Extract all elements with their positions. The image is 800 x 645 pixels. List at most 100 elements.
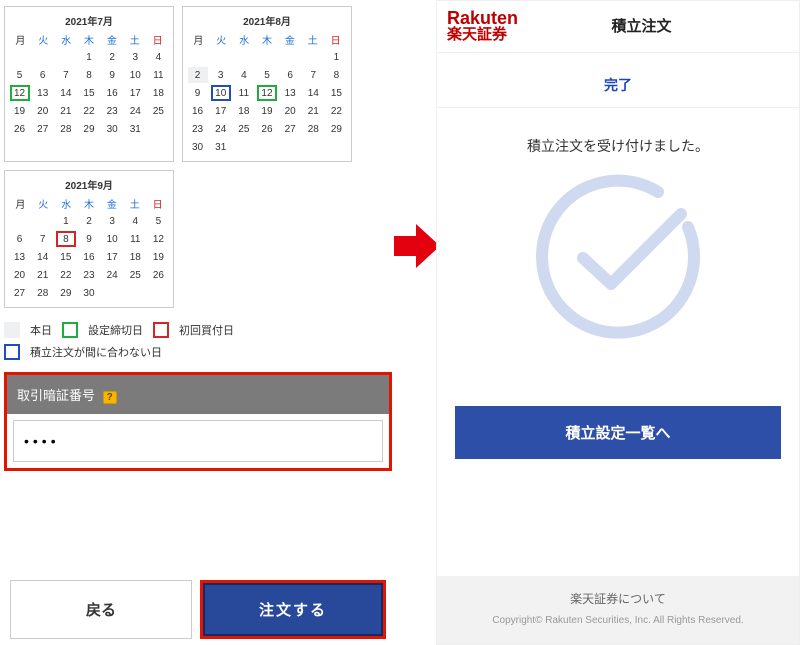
calendar-day[interactable]: 27 — [10, 285, 30, 301]
calendar-day[interactable]: 16 — [79, 249, 99, 265]
calendar-day[interactable]: 9 — [102, 67, 122, 83]
calendar-day[interactable]: 13 — [10, 249, 30, 265]
calendar-day[interactable]: 16 — [102, 85, 122, 101]
calendar-day[interactable]: 19 — [257, 103, 277, 119]
calendar-day[interactable]: 29 — [79, 121, 99, 137]
help-icon[interactable]: ? — [103, 391, 117, 404]
calendar-day[interactable]: 9 — [188, 85, 208, 101]
calendar-day[interactable]: 6 — [280, 67, 300, 83]
calendar-day[interactable]: 19 — [148, 249, 168, 265]
calendar-day[interactable]: 24 — [211, 121, 231, 137]
calendar-day[interactable]: 22 — [79, 103, 99, 119]
calendar-day[interactable]: 1 — [56, 213, 76, 229]
calendar-day[interactable]: 14 — [303, 85, 323, 101]
calendar-day[interactable]: 5 — [257, 67, 277, 83]
calendar-day[interactable]: 1 — [79, 49, 99, 65]
calendar-day[interactable]: 4 — [125, 213, 145, 229]
calendar-day[interactable]: 22 — [56, 267, 76, 283]
calendar-day[interactable]: 2 — [102, 49, 122, 65]
calendar-day[interactable]: 18 — [148, 85, 168, 101]
calendar-day[interactable]: 15 — [326, 85, 346, 101]
calendar-day[interactable]: 15 — [56, 249, 76, 265]
back-button[interactable]: 戻る — [10, 580, 192, 639]
calendar-day[interactable]: 25 — [148, 103, 168, 119]
calendar-day[interactable]: 17 — [102, 249, 122, 265]
calendar-day[interactable]: 11 — [234, 85, 254, 101]
calendar-day[interactable]: 29 — [56, 285, 76, 301]
calendar-day[interactable]: 26 — [257, 121, 277, 137]
calendar-day[interactable]: 12 — [148, 231, 168, 247]
calendar-day[interactable]: 11 — [125, 231, 145, 247]
calendar-day[interactable]: 25 — [125, 267, 145, 283]
calendar-day[interactable]: 9 — [79, 231, 99, 247]
calendar-day[interactable]: 8 — [79, 67, 99, 83]
calendar-day[interactable]: 12 — [10, 85, 30, 101]
calendar-day[interactable]: 17 — [211, 103, 231, 119]
calendar-day[interactable]: 28 — [303, 121, 323, 137]
calendar-day — [125, 285, 145, 301]
calendar-day[interactable]: 11 — [148, 67, 168, 83]
calendar-day[interactable]: 4 — [148, 49, 168, 65]
calendar-day[interactable]: 19 — [10, 103, 30, 119]
calendar-day[interactable]: 21 — [56, 103, 76, 119]
calendar-day[interactable]: 4 — [234, 67, 254, 83]
calendar-day[interactable]: 7 — [33, 231, 53, 247]
calendar-day[interactable]: 23 — [79, 267, 99, 283]
calendar-day[interactable]: 20 — [10, 267, 30, 283]
calendar-day[interactable]: 23 — [188, 121, 208, 137]
calendar-day[interactable]: 12 — [257, 85, 277, 101]
calendar-day[interactable]: 2 — [188, 67, 208, 83]
calendar-day[interactable]: 17 — [125, 85, 145, 101]
calendar-day[interactable]: 28 — [56, 121, 76, 137]
calendar-day[interactable]: 23 — [102, 103, 122, 119]
calendar-day[interactable]: 26 — [148, 267, 168, 283]
calendar-day[interactable]: 20 — [33, 103, 53, 119]
calendar-day[interactable]: 6 — [10, 231, 30, 247]
calendar-day[interactable]: 16 — [188, 103, 208, 119]
calendar-day[interactable]: 2 — [79, 213, 99, 229]
calendar-day[interactable]: 30 — [79, 285, 99, 301]
calendar-day[interactable]: 7 — [303, 67, 323, 83]
calendar-day[interactable]: 14 — [33, 249, 53, 265]
calendar-day[interactable]: 5 — [148, 213, 168, 229]
calendar-day[interactable]: 30 — [188, 139, 208, 155]
calendar-day[interactable]: 31 — [125, 121, 145, 137]
calendar-day[interactable]: 13 — [280, 85, 300, 101]
calendar-day[interactable]: 7 — [56, 67, 76, 83]
calendar-day[interactable]: 27 — [33, 121, 53, 137]
about-link[interactable]: 楽天証券について — [437, 590, 799, 607]
calendar-day[interactable]: 14 — [56, 85, 76, 101]
calendar-day[interactable]: 24 — [102, 267, 122, 283]
calendar-day[interactable]: 22 — [326, 103, 346, 119]
calendar-day[interactable]: 1 — [326, 49, 346, 65]
calendar-day[interactable]: 27 — [280, 121, 300, 137]
pin-input[interactable] — [13, 420, 383, 462]
calendar-day[interactable]: 24 — [125, 103, 145, 119]
calendar-day[interactable]: 3 — [102, 213, 122, 229]
calendar-day[interactable]: 21 — [303, 103, 323, 119]
calendar-day[interactable]: 8 — [326, 67, 346, 83]
calendar-day[interactable]: 13 — [33, 85, 53, 101]
calendar-day[interactable]: 5 — [10, 67, 30, 83]
calendar-day[interactable]: 21 — [33, 267, 53, 283]
calendar-day[interactable]: 31 — [211, 139, 231, 155]
calendar-day[interactable]: 30 — [102, 121, 122, 137]
calendar-day[interactable]: 29 — [326, 121, 346, 137]
calendar-day[interactable]: 3 — [211, 67, 231, 83]
calendar-day[interactable]: 15 — [79, 85, 99, 101]
calendar-day[interactable]: 26 — [10, 121, 30, 137]
calendar-day[interactable]: 3 — [125, 49, 145, 65]
calendar-day[interactable]: 10 — [102, 231, 122, 247]
calendar-day[interactable]: 28 — [33, 285, 53, 301]
calendar-day[interactable]: 10 — [211, 85, 231, 101]
swatch-first — [153, 322, 169, 338]
calendar-day[interactable]: 20 — [280, 103, 300, 119]
calendar-day[interactable]: 10 — [125, 67, 145, 83]
calendar-day[interactable]: 8 — [56, 231, 76, 247]
settings-list-button[interactable]: 積立設定一覧へ — [455, 406, 781, 459]
calendar-day[interactable]: 18 — [234, 103, 254, 119]
order-button[interactable]: 注文する — [203, 583, 383, 636]
calendar-day[interactable]: 25 — [234, 121, 254, 137]
calendar-day[interactable]: 6 — [33, 67, 53, 83]
calendar-day[interactable]: 18 — [125, 249, 145, 265]
